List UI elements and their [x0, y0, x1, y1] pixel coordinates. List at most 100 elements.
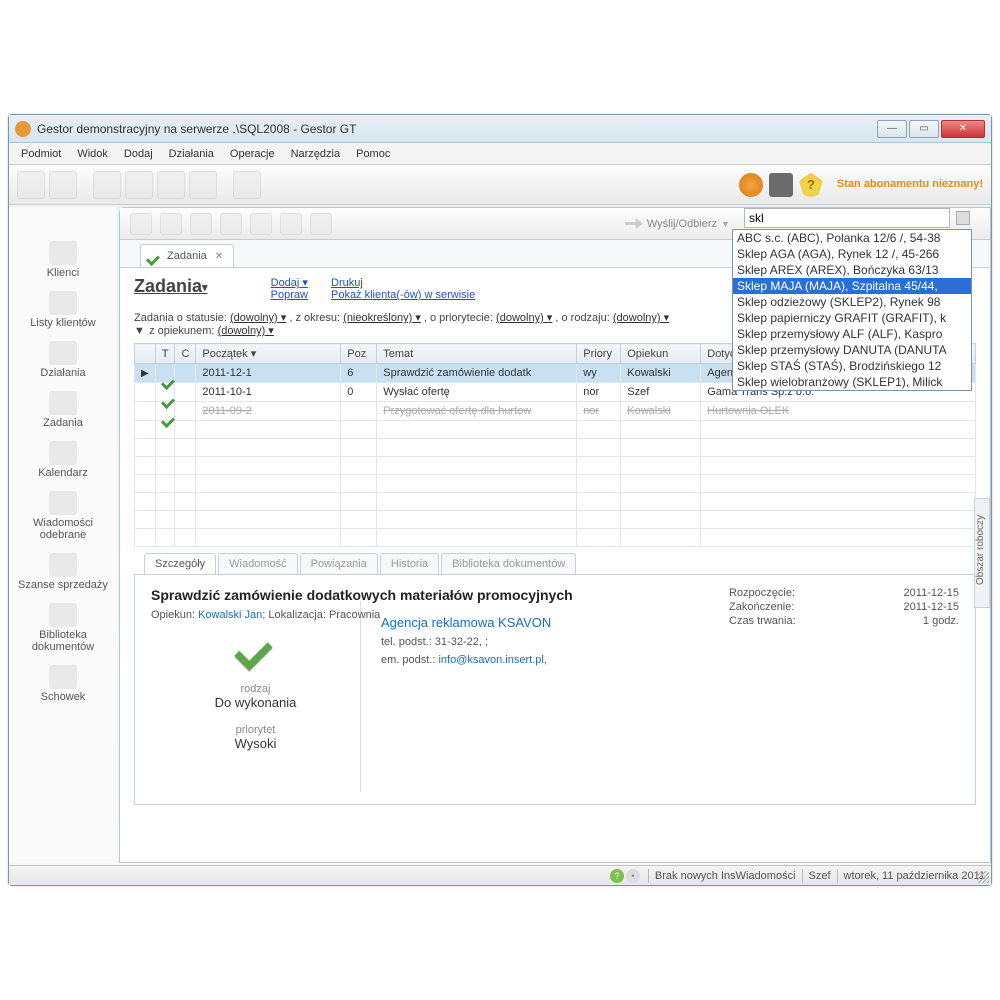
window-title: Gestor demonstracyjny na serwerze .\SQL2… [37, 122, 356, 136]
toolbar-icon[interactable] [49, 171, 77, 199]
search-input[interactable] [744, 208, 950, 228]
dropdown-icon: ▾ [202, 282, 208, 294]
search-list-icon[interactable] [956, 211, 970, 225]
szanse-icon [49, 553, 77, 577]
dtab-historia[interactable]: Historia [380, 553, 439, 574]
resize-grip-icon[interactable] [977, 871, 989, 883]
sidebar-item-wiadomosci[interactable]: Wiadomości odebrane [9, 487, 117, 549]
sub-toolbar-icon[interactable] [190, 213, 212, 235]
ac-item[interactable]: Sklep przemysłowy DANUTA (DANUTA [733, 342, 971, 358]
tab-close-icon[interactable]: ✕ [215, 251, 223, 262]
obszar-roboczy-tab[interactable]: Obszar roboczy [974, 498, 990, 608]
detail-subtitle: Opiekun: Kowalski Jan; Lokalizacja: Prac… [151, 609, 573, 621]
task-type-icon [231, 629, 281, 675]
klienci-icon [49, 241, 77, 265]
collapse-icon[interactable]: ▼ [134, 325, 146, 337]
sidebar-item-szanse[interactable]: Szanse sprzedaży [9, 549, 117, 599]
menu-podmiot[interactable]: Podmiot [13, 145, 69, 163]
task-icon [147, 249, 163, 263]
sidebar-item-biblioteka[interactable]: Biblioteka dokumentów [9, 599, 117, 661]
opiekun-link[interactable]: Kowalski Jan [198, 609, 262, 621]
page-title[interactable]: Zadania▾ [134, 276, 208, 297]
tab-zadania[interactable]: Zadania ✕ [140, 244, 234, 267]
status-dot-icon[interactable]: • [626, 869, 640, 883]
ac-item[interactable]: Sklep MAJA (MAJA), Szpitalna 45/44, [733, 278, 971, 294]
toolbar-icon[interactable] [17, 171, 45, 199]
col-priory[interactable]: Priory [577, 344, 621, 364]
wiadomosci-icon [49, 491, 77, 515]
col-c[interactable]: C [175, 344, 196, 364]
sub-toolbar-icon[interactable] [220, 213, 242, 235]
toolbar-icon[interactable] [233, 171, 261, 199]
rozpoczecie-label: Rozpoczęcie: [729, 587, 795, 599]
link-dodaj[interactable]: Dodaj ▾ [271, 277, 308, 289]
status-badge-icon[interactable] [739, 173, 763, 197]
menu-pomoc[interactable]: Pomoc [348, 145, 398, 163]
ac-item[interactable]: Sklep AREX (AREX), Bończyka 63/13 [733, 262, 971, 278]
close-button[interactable]: ✕ [941, 120, 985, 138]
sidebar-item-zadania[interactable]: Zadania [9, 387, 117, 437]
ac-item[interactable]: Sklep przemysłowy ALF (ALF), Kaspro [733, 326, 971, 342]
help-shield-icon[interactable]: ? [799, 173, 823, 197]
col-poz[interactable]: Poz [341, 344, 377, 364]
cube-icon[interactable] [769, 173, 793, 197]
autocomplete-list: ABC s.c. (ABC), Polanka 12/6 /, 54-38 Sk… [732, 229, 972, 391]
col-poczatek[interactable]: Początek ▾ [196, 344, 341, 364]
sidebar-item-listy[interactable]: Listy klientów [9, 287, 117, 337]
dtab-szczegoly[interactable]: Szczegóły [144, 553, 216, 574]
table-row[interactable]: 2011-09-2 Przygotować ofertę dla hurtow … [135, 402, 976, 421]
sub-toolbar-icon[interactable] [310, 213, 332, 235]
filter-opiekun[interactable]: (dowolny) ▾ [218, 325, 274, 337]
sub-toolbar-icon[interactable] [250, 213, 272, 235]
menu-dzialania[interactable]: Działania [161, 145, 222, 163]
minimize-button[interactable]: — [877, 120, 907, 138]
col-opiekun[interactable]: Opiekun [621, 344, 701, 364]
filter-priorytet[interactable]: (dowolny) ▾ [496, 312, 552, 324]
sidebar-item-klienci[interactable]: Klienci [9, 237, 117, 287]
ac-item[interactable]: Sklep wielobranżowy (SKLEP1), Milick [733, 374, 971, 390]
dtab-powiazania[interactable]: Powiązania [300, 553, 378, 574]
toolbar-icon[interactable] [189, 171, 217, 199]
status-help-icon[interactable]: ? [610, 869, 624, 883]
ac-item[interactable]: ABC s.c. (ABC), Polanka 12/6 /, 54-38 [733, 230, 971, 246]
link-drukuj[interactable]: Drukuj [331, 277, 363, 289]
sub-toolbar: Wyślij/Odbierz ▼ ABC s.c. (ABC), Polanka… [120, 208, 990, 240]
dtab-biblioteka[interactable]: Biblioteka dokumentów [441, 553, 576, 574]
toolbar-icon[interactable] [157, 171, 185, 199]
dtab-wiadomosc[interactable]: Wiadomość [218, 553, 297, 574]
titlebar[interactable]: Gestor demonstracyjny na serwerze .\SQL2… [9, 115, 991, 143]
menu-dodaj[interactable]: Dodaj [116, 145, 161, 163]
col-ptr[interactable] [135, 344, 156, 364]
filter-rodzaj[interactable]: (dowolny) ▾ [613, 312, 669, 324]
sidebar-item-dzialania[interactable]: Działania [9, 337, 117, 387]
link-pokaz[interactable]: Pokaż klienta(-ów) w serwisie [331, 289, 475, 301]
status-date: wtorek, 11 października 2011 [844, 870, 985, 882]
toolbar-icon[interactable] [125, 171, 153, 199]
biblioteka-icon [49, 603, 77, 627]
link-popraw[interactable]: Popraw [271, 289, 308, 301]
col-temat[interactable]: Temat [377, 344, 577, 364]
maximize-button[interactable]: ▭ [909, 120, 939, 138]
wyslij-odbierz-button[interactable]: Wyślij/Odbierz ▼ [625, 217, 730, 231]
ac-item[interactable]: Sklep papierniczy GRAFIT (GRAFIT), k [733, 310, 971, 326]
sub-toolbar-icon[interactable] [160, 213, 182, 235]
menu-widok[interactable]: Widok [69, 145, 116, 163]
toolbar-icon[interactable] [93, 171, 121, 199]
email-link[interactable]: info@ksavon.insert.pl [438, 654, 543, 666]
col-t[interactable]: T [155, 344, 175, 364]
sidebar-item-kalendarz[interactable]: Kalendarz [9, 437, 117, 487]
menu-operacje[interactable]: Operacje [222, 145, 283, 163]
rozpoczecie-value: 2011-12-15 [904, 587, 959, 599]
filter-okres[interactable]: (nieokreślony) ▾ [343, 312, 421, 324]
filter-status[interactable]: (dowolny) ▾ [230, 312, 286, 324]
sidebar-item-schowek[interactable]: Schowek [9, 661, 117, 711]
app-icon [15, 121, 31, 137]
sub-toolbar-icon[interactable] [280, 213, 302, 235]
ac-item[interactable]: Sklep AGA (AGA), Rynek 12 /, 45-266 [733, 246, 971, 262]
sidebar: Klienci Listy klientów Działania Zadania… [9, 207, 117, 863]
sub-toolbar-icon[interactable] [130, 213, 152, 235]
menu-narzedzia[interactable]: Narzędzia [283, 145, 349, 163]
ac-item[interactable]: Sklep STAŚ (STAŚ), Brodzińskiego 12 [733, 358, 971, 374]
ac-item[interactable]: Sklep odzieżowy (SKLEP2), Rynek 98 [733, 294, 971, 310]
rodzaj-value: Do wykonania [151, 695, 360, 710]
